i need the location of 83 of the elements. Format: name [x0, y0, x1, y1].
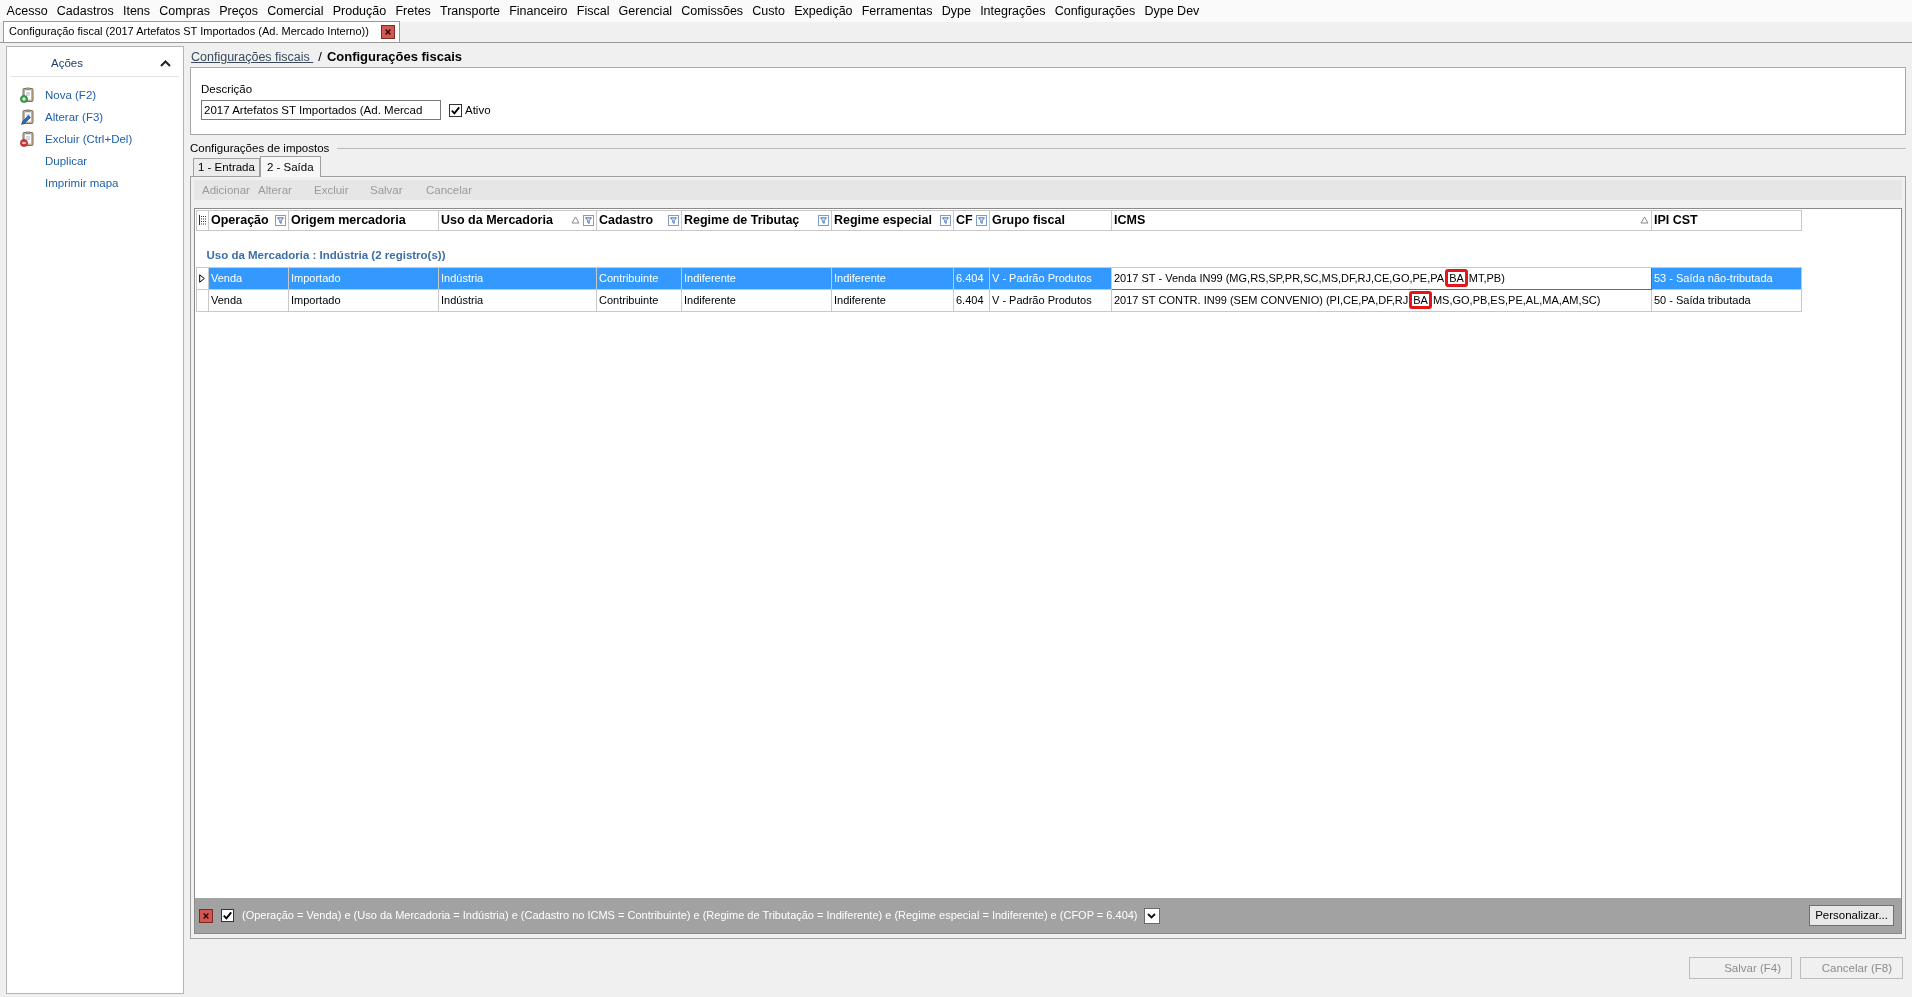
column-header[interactable]: ICMS	[1111, 210, 1652, 231]
column-chooser-icon[interactable]	[199, 215, 206, 226]
menu-item[interactable]: Produção	[328, 0, 391, 22]
column-header[interactable]: Grupo fiscal	[989, 210, 1112, 231]
panel-title: Ações	[51, 55, 83, 71]
menu-item[interactable]: Dype	[937, 0, 976, 22]
cell-text: MS,GO,PB,ES,PE,AL,MA,AM,SC)	[1432, 293, 1601, 306]
close-icon[interactable]	[380, 25, 395, 39]
filter-icon[interactable]	[668, 214, 679, 226]
menu-item[interactable]: Comissões	[676, 0, 748, 22]
field-label: Descrição	[201, 83, 253, 95]
filter-icon[interactable]	[976, 214, 987, 226]
table-cell: Indústria	[438, 289, 597, 312]
clipboard-delete-icon	[20, 131, 36, 147]
row-indicator-icon	[199, 273, 205, 283]
action-link[interactable]: Imprimir mapa	[45, 175, 119, 191]
customize-button[interactable]: Personalizar...	[1809, 905, 1894, 927]
menu-item[interactable]: Dype Dev	[1139, 0, 1204, 22]
table-row[interactable]: Venda Importado Indústria Contribuinte Indiferente Indiferente 6.404 V - Padrão Produtos 2017 ST - Venda IN99 (MG,RS,SP,PR,SC,MS,DF,RJ,CE,GO,PE,PA BA MT,PB) 53 - Saída não-tributada	[196, 267, 1802, 290]
chevron-up-icon[interactable]	[160, 59, 171, 67]
clipboard-add-icon	[20, 87, 36, 103]
column-header[interactable]: Regime especial	[831, 210, 954, 231]
filter-icon[interactable]	[940, 214, 951, 226]
tab[interactable]: 1 - Entrada	[193, 157, 260, 176]
menu-item[interactable]: Integrações	[975, 0, 1051, 22]
menu-item[interactable]: Fretes	[390, 0, 436, 22]
column-header[interactable]: Operação	[208, 210, 289, 231]
chevron-down-icon	[1147, 912, 1157, 919]
cell-text: 2017 ST CONTR. IN99 (SEM CONVENIO) (PI,CE,PA,DF,RJ	[1114, 293, 1409, 306]
menu-item[interactable]: Preços	[214, 0, 263, 22]
table-cell: Indiferente	[681, 289, 832, 312]
menu-item[interactable]: Fiscal	[572, 0, 614, 22]
menu-item[interactable]: Ferramentas	[857, 0, 938, 22]
cell-text: MT,PB)	[1468, 271, 1505, 284]
column-header[interactable]: Origem mercadoria	[288, 210, 439, 231]
menu-item[interactable]: Configurações	[1050, 0, 1140, 22]
action-link[interactable]: Nova (F2)	[20, 87, 97, 103]
action-link[interactable]: Excluir (Ctrl+Del)	[20, 131, 133, 147]
filter-icon[interactable]	[583, 214, 594, 226]
section-title: Configurações de impostos	[190, 141, 330, 156]
tab[interactable]: 2 - Saída	[259, 155, 321, 177]
column-header[interactable]: Cadastro	[596, 210, 682, 231]
group-row-label[interactable]: Uso da Mercadoria : Indústria (2 registro(s))	[206, 249, 446, 262]
column-header[interactable]: IPI CST	[1651, 210, 1802, 231]
filter-icon[interactable]	[818, 214, 829, 226]
breadcrumb-separator: /	[318, 49, 322, 66]
cell-text: 2017 ST - Venda IN99 (MG,RS,SP,PR,SC,MS,DF,RJ,CE,GO,PE,PA	[1114, 271, 1445, 284]
table-cell: Importado	[288, 267, 439, 290]
filter-icon[interactable]	[275, 214, 286, 226]
action-link[interactable]: Duplicar	[45, 153, 88, 169]
page-title: Configurações fiscais	[326, 49, 462, 66]
menu-item[interactable]: Transporte	[435, 0, 505, 22]
table-cell: Importado	[288, 289, 439, 312]
filter-checkbox[interactable]	[221, 909, 234, 923]
column-header[interactable]: Regime de Tributaç	[681, 210, 832, 231]
table-cell: Indiferente	[681, 267, 832, 290]
menu-item[interactable]: Cadastros	[52, 0, 119, 22]
menu-item[interactable]: Itens	[118, 0, 155, 22]
table-cell: Indústria	[438, 267, 597, 290]
table-cell: 53 - Saída não-tributada	[1651, 267, 1802, 290]
highlighted-text: BA	[1445, 268, 1468, 287]
breadcrumb-link[interactable]: Configurações fiscais	[191, 49, 314, 66]
menu-item[interactable]: Expedição	[789, 0, 858, 22]
menu-item[interactable]: Financeiro	[504, 0, 573, 22]
table-row[interactable]: Venda Importado Indústria Contribuinte Indiferente Indiferente 6.404 V - Padrão Produtos 2017 ST CONTR. IN99 (SEM CONVENIO) (PI,CE,PA,DF,RJ BA MS,GO,PB,ES,PE,AL,MA,AM,SC) 50 - Saída tributada	[196, 289, 1802, 312]
highlighted-text: BA	[1409, 290, 1432, 309]
active-checkbox[interactable]	[449, 103, 462, 117]
table-cell: 50 - Saída tributada	[1651, 289, 1802, 312]
menu-item[interactable]: Custo	[747, 0, 790, 22]
menu-item[interactable]: Compras	[154, 0, 215, 22]
filter-expression: (Operação = Venda) e (Uso da Mercadoria = Indústria) e (Cadastro no ICMS = Contribuinte) e (Regime de Tributação = Indiferente) e (Regime especial = Indiferente) e (CFOP = 6.404)	[242, 908, 1138, 923]
checkbox-label: Ativo	[465, 103, 491, 118]
description-input[interactable]: 2017 Artefatos ST Importados (Ad. Mercad	[201, 100, 441, 121]
filter-dropdown-button[interactable]	[1143, 907, 1160, 924]
action-link[interactable]: Alterar (F3)	[20, 109, 104, 125]
column-header[interactable]: CF	[953, 210, 990, 231]
menu-item[interactable]: Gerencial	[614, 0, 677, 22]
menu-item[interactable]: Acesso	[2, 0, 53, 22]
document-tab[interactable]: Configuração fiscal (2017 Artefatos ST Importados (Ad. Mercado Interno))	[3, 21, 400, 42]
close-icon[interactable]	[199, 908, 213, 923]
menu-item[interactable]: Comercial	[262, 0, 329, 22]
clipboard-edit-icon	[20, 109, 36, 125]
column-header[interactable]: Uso da Mercadoria	[438, 210, 597, 231]
